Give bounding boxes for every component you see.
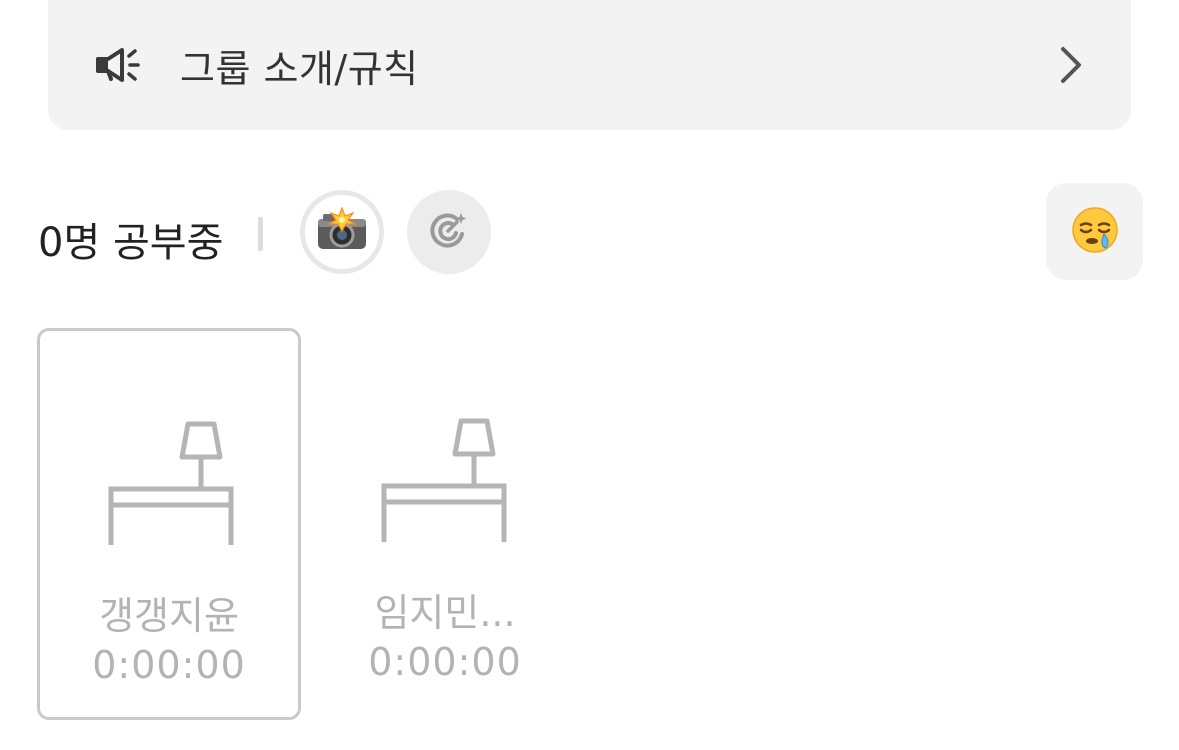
group-study-page: 그룹 소개/규칙 0명 공부중 갱갱지윤 0:00:00 임지민... 0:00… bbox=[0, 0, 1179, 750]
study-time: 0:00:00 bbox=[368, 640, 522, 684]
status-emoji-button[interactable] bbox=[1046, 183, 1143, 280]
study-time: 0:00:00 bbox=[92, 643, 246, 687]
studying-count-label: 0명 공부중 bbox=[38, 220, 224, 266]
group-rules-banner[interactable]: 그룹 소개/규칙 bbox=[48, 0, 1131, 130]
member-seat-card[interactable]: 임지민... 0:00:00 bbox=[313, 328, 577, 720]
chevron-right-icon bbox=[1055, 45, 1087, 85]
camera-flash-icon bbox=[315, 206, 369, 257]
member-name: 갱갱지윤 bbox=[99, 594, 239, 638]
sleepy-face-icon bbox=[1071, 206, 1119, 258]
status-divider bbox=[258, 217, 263, 251]
desk-lamp-icon bbox=[106, 421, 236, 547]
megaphone-icon bbox=[94, 45, 144, 85]
member-name: 임지민... bbox=[374, 591, 516, 635]
desk-lamp-icon bbox=[379, 418, 509, 544]
camera-button[interactable] bbox=[300, 190, 384, 274]
focus-effect-button[interactable] bbox=[407, 190, 491, 274]
group-rules-label: 그룹 소개/규칙 bbox=[180, 46, 419, 91]
study-status-row: 0명 공부중 bbox=[38, 183, 1144, 284]
member-seat-card[interactable]: 갱갱지윤 0:00:00 bbox=[37, 328, 301, 720]
sparkle-target-icon bbox=[429, 210, 469, 254]
